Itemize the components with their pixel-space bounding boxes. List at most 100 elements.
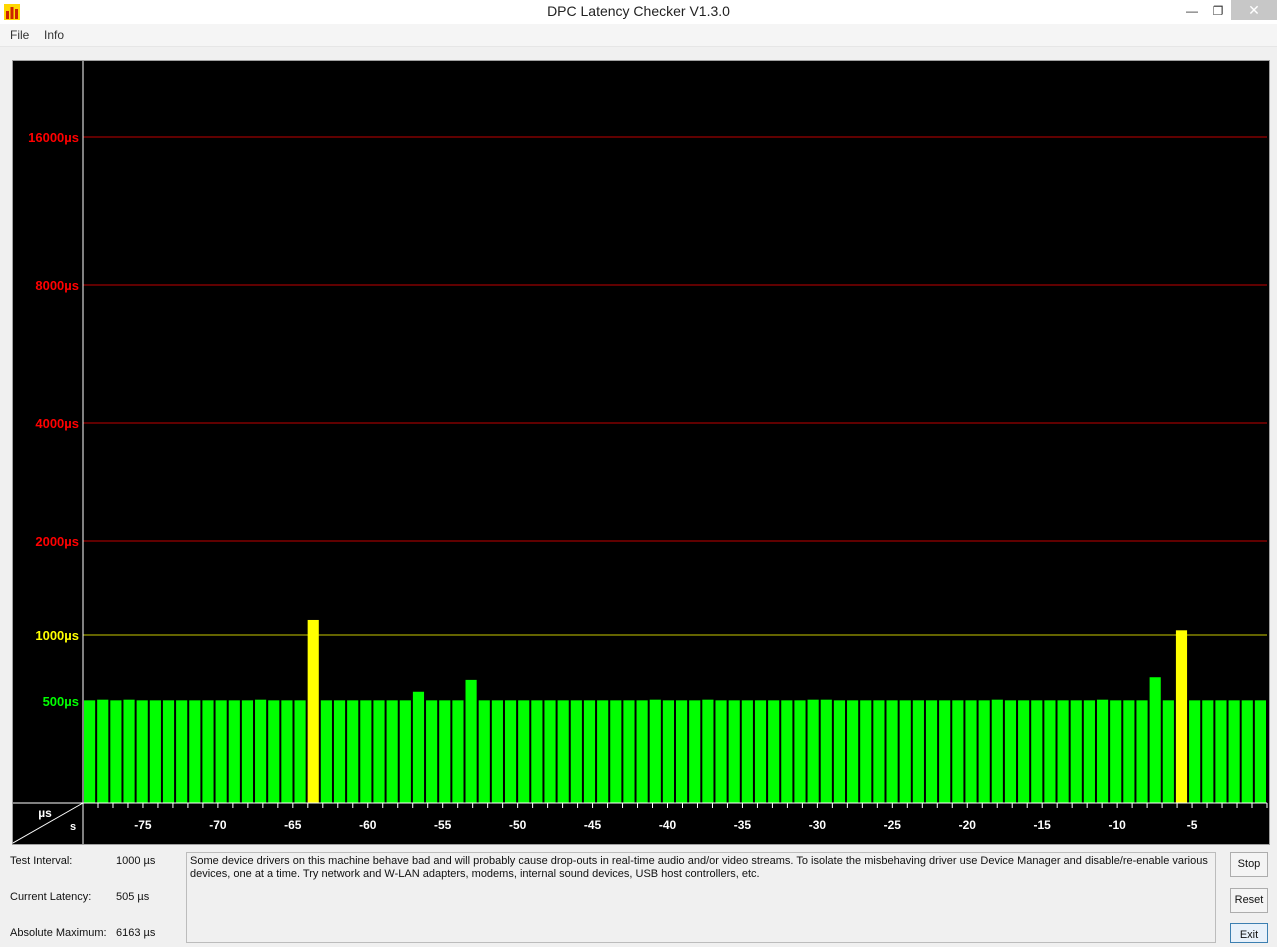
x-tick-label: -55 xyxy=(434,818,452,832)
latency-bar xyxy=(202,700,214,803)
x-tick-label: -25 xyxy=(884,818,902,832)
latency-bar xyxy=(715,700,727,803)
latency-bar xyxy=(320,700,332,803)
reset-button[interactable]: Reset xyxy=(1230,888,1268,913)
latency-bar xyxy=(360,700,372,803)
latency-bar xyxy=(439,700,451,803)
latency-bar xyxy=(97,699,109,803)
latency-bar xyxy=(136,700,148,803)
latency-bar xyxy=(886,700,898,803)
latency-bar xyxy=(597,700,609,803)
latency-bar xyxy=(1110,700,1122,803)
y-tick-label: 16000µs xyxy=(28,130,79,145)
x-tick-label: -65 xyxy=(284,818,302,832)
latency-bar xyxy=(1175,630,1188,803)
menu-file[interactable]: File xyxy=(10,28,29,42)
latency-bar xyxy=(702,699,714,803)
x-tick-label: -30 xyxy=(809,818,827,832)
current-latency-label: Current Latency: xyxy=(10,891,92,903)
latency-bar xyxy=(676,700,688,803)
test-interval-label: Test Interval: xyxy=(10,855,73,867)
latency-bar xyxy=(768,700,780,803)
restore-button[interactable]: ❐ xyxy=(1203,0,1233,22)
x-tick-label: -70 xyxy=(209,818,227,832)
latency-bar xyxy=(241,700,254,803)
absolute-maximum-value: 6163 µs xyxy=(116,927,156,939)
latency-bar xyxy=(1096,699,1109,803)
y-tick-label: 8000µs xyxy=(35,278,79,293)
latency-bar xyxy=(1044,700,1056,803)
latency-bar xyxy=(728,700,740,803)
latency-bar xyxy=(794,700,806,803)
latency-bar xyxy=(110,700,122,803)
latency-bar xyxy=(912,700,924,803)
latency-bar xyxy=(307,619,319,803)
x-tick-label: -60 xyxy=(359,818,377,832)
latency-bar xyxy=(1123,700,1135,803)
latency-bar xyxy=(1018,700,1030,803)
latency-bar xyxy=(1202,700,1214,803)
latency-bar xyxy=(1031,700,1043,803)
latency-bar xyxy=(623,700,635,803)
latency-bar xyxy=(1189,700,1201,803)
latency-bar xyxy=(255,699,267,803)
latency-bar xyxy=(873,700,885,803)
latency-bar xyxy=(544,700,556,803)
menu-info[interactable]: Info xyxy=(44,28,64,42)
x-tick-label: -10 xyxy=(1108,818,1126,832)
latency-bar xyxy=(491,700,503,803)
x-tick-label: -15 xyxy=(1034,818,1052,832)
y-tick-label: 500µs xyxy=(43,694,79,709)
x-tick-label: -50 xyxy=(509,818,527,832)
latency-bar xyxy=(268,700,280,803)
latency-bar xyxy=(478,700,490,803)
latency-bar xyxy=(333,700,346,803)
latency-bar xyxy=(1228,700,1240,803)
current-latency-value: 505 µs xyxy=(116,891,150,903)
x-tick-label: -40 xyxy=(659,818,677,832)
latency-bar xyxy=(583,700,596,803)
latency-bar xyxy=(1215,700,1227,803)
latency-bar xyxy=(281,700,293,803)
latency-bar xyxy=(84,700,96,803)
window-title: DPC Latency Checker V1.3.0 xyxy=(547,3,730,19)
y-tick-label: 2000µs xyxy=(35,534,79,549)
latency-bar xyxy=(833,700,846,803)
latency-bar xyxy=(952,700,964,803)
latency-bar xyxy=(1162,700,1174,803)
x-tick-label: -75 xyxy=(134,818,152,832)
menu-bar: File Info xyxy=(0,24,1277,47)
latency-bar xyxy=(689,700,701,803)
latency-bar xyxy=(518,700,530,803)
latency-bar xyxy=(557,700,569,803)
x-tick-label: -5 xyxy=(1187,818,1198,832)
latency-bar xyxy=(452,700,464,803)
latency-bar xyxy=(741,700,753,803)
latency-bar xyxy=(1241,700,1253,803)
test-interval-value: 1000 µs xyxy=(116,855,156,867)
latency-bar xyxy=(636,700,648,803)
latency-bar xyxy=(149,700,161,803)
latency-chart: 16000µs 8000µs 4000µs 2000µs 1000µs 500µs µs s -… xyxy=(12,60,1270,845)
latency-bar xyxy=(899,700,911,803)
close-button[interactable]: ✕ xyxy=(1231,0,1277,20)
y-tick-label: 1000µs xyxy=(35,628,79,643)
latency-bar xyxy=(1254,700,1266,803)
latency-bar xyxy=(649,699,661,803)
latency-bar xyxy=(412,691,425,803)
latency-bar xyxy=(860,700,872,803)
stop-button[interactable]: Stop xyxy=(1230,852,1268,877)
latency-bar xyxy=(820,699,832,803)
latency-bar xyxy=(294,700,306,803)
latency-bar xyxy=(228,700,240,803)
latency-bar xyxy=(531,700,543,803)
latency-bar xyxy=(662,700,674,803)
latency-bar xyxy=(991,699,1003,803)
latency-bar xyxy=(965,700,977,803)
latency-bar xyxy=(807,699,819,803)
latency-bar xyxy=(1136,700,1148,803)
exit-button[interactable]: Exit xyxy=(1230,923,1268,943)
latency-bar xyxy=(1004,700,1017,803)
latency-bar xyxy=(925,700,938,803)
latency-bar xyxy=(1070,700,1082,803)
